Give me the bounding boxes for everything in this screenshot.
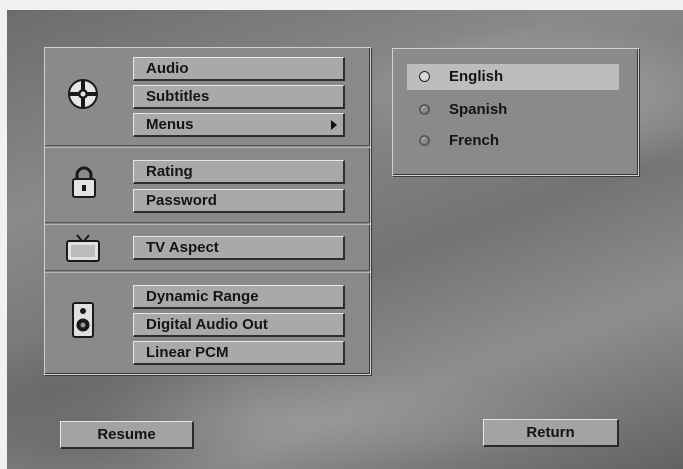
menu-item-audio[interactable]: Audio	[133, 57, 345, 81]
menu-item-linear-pcm-label: Linear PCM	[146, 344, 229, 361]
return-button-label: Return	[526, 424, 575, 441]
disc-icon	[67, 78, 99, 115]
language-option-label: French	[449, 132, 500, 149]
menu-item-subtitles-label: Subtitles	[146, 88, 210, 105]
setup-menu-panel: Audio Subtitles Menus Rating Password TV…	[44, 47, 371, 375]
menu-item-tv-aspect[interactable]: TV Aspect	[133, 236, 345, 260]
menu-item-digital-audio-out-label: Digital Audio Out	[146, 316, 268, 333]
menus-language-panel: English Spanish French	[392, 48, 639, 176]
return-button[interactable]: Return	[483, 419, 619, 447]
menu-item-dynamic-range[interactable]: Dynamic Range	[133, 285, 345, 309]
menu-item-subtitles[interactable]: Subtitles	[133, 85, 345, 109]
resume-button[interactable]: Resume	[60, 421, 194, 449]
group-divider	[45, 222, 370, 225]
radio-unselected-icon	[419, 135, 430, 146]
language-option-french[interactable]: French	[407, 128, 619, 154]
group-divider	[45, 145, 370, 148]
radio-unselected-icon	[419, 104, 430, 115]
dvd-setup-screen: Audio Subtitles Menus Rating Password TV…	[7, 10, 683, 469]
language-option-label: English	[449, 68, 504, 85]
group-divider	[45, 270, 370, 273]
menu-item-dynamic-range-label: Dynamic Range	[146, 288, 259, 305]
padlock-icon	[71, 165, 97, 204]
radio-selected-icon	[419, 71, 430, 82]
language-option-spanish[interactable]: Spanish	[407, 97, 619, 123]
speaker-icon	[72, 302, 94, 343]
submenu-arrow-icon	[331, 120, 337, 130]
menu-item-digital-audio-out[interactable]: Digital Audio Out	[133, 313, 345, 337]
language-option-label: Spanish	[449, 101, 508, 118]
menu-item-audio-label: Audio	[146, 60, 189, 77]
tv-icon	[65, 233, 101, 268]
resume-button-label: Resume	[97, 426, 156, 443]
menu-item-linear-pcm[interactable]: Linear PCM	[133, 341, 345, 365]
menu-item-password[interactable]: Password	[133, 189, 345, 213]
menu-item-menus[interactable]: Menus	[133, 113, 345, 137]
menu-item-password-label: Password	[146, 192, 217, 209]
menu-item-rating[interactable]: Rating	[133, 160, 345, 184]
menu-item-menus-label: Menus	[146, 116, 194, 133]
menu-item-tv-aspect-label: TV Aspect	[146, 239, 219, 256]
menu-item-rating-label: Rating	[146, 163, 193, 180]
language-option-english[interactable]: English	[407, 64, 619, 90]
